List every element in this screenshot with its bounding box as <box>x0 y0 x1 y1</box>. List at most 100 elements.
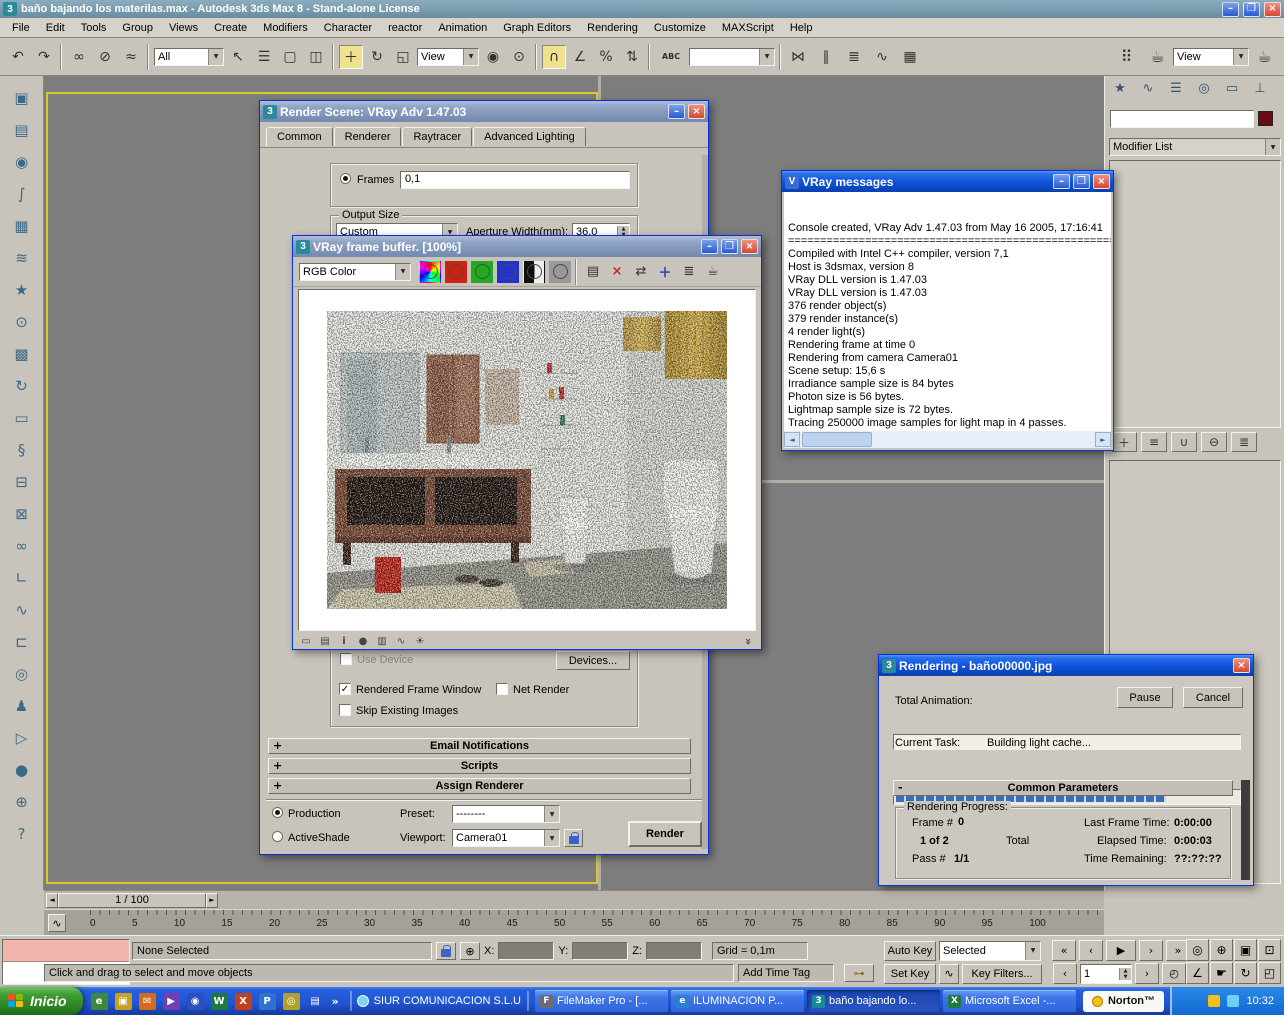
maximize-window-icon[interactable]: ❒ <box>721 239 738 254</box>
show-blue-channel-icon[interactable] <box>497 260 519 283</box>
start-button[interactable]: Inicio <box>0 987 83 1015</box>
min-max-toggle-icon[interactable]: ◰ <box>1258 962 1281 984</box>
rectangular-selection-region-icon[interactable]: ▢ <box>278 45 302 69</box>
curve-editor-icon[interactable]: ∿ <box>870 45 894 69</box>
zoom-extents-icon[interactable]: ▣ <box>1234 939 1257 961</box>
quick-launch-word-icon[interactable]: W <box>210 992 228 1010</box>
rendered-frame-window-checkbox[interactable]: ✓ <box>339 683 351 695</box>
z-coordinate-field[interactable] <box>645 942 702 960</box>
unlink-selection-icon[interactable]: ⊘ <box>93 45 117 69</box>
pan-icon[interactable]: ☛ <box>1210 962 1233 984</box>
redo-icon[interactable]: ↷ <box>32 45 56 69</box>
minimize-window-icon[interactable]: – <box>668 104 685 119</box>
reactor-create-animation-icon[interactable]: ● <box>8 756 36 784</box>
auto-key-button[interactable]: Auto Key <box>884 940 936 961</box>
open-mini-curve-editor-icon[interactable]: ∿ <box>48 914 66 932</box>
absolute-mode-toggle-icon[interactable]: ⊕ <box>460 942 480 960</box>
reactor-linear-dashpot-icon[interactable]: ⊟ <box>8 468 36 496</box>
tab-utilities-icon[interactable]: ⊥ <box>1249 78 1271 98</box>
tab-advanced-lighting[interactable]: Advanced Lighting <box>473 127 586 146</box>
rendering-titlebar[interactable]: 3 Rendering - baño00000.jpg × <box>879 655 1253 676</box>
reactor-analyze-world-icon[interactable]: ? <box>8 820 36 848</box>
reactor-water-icon[interactable]: ≋ <box>8 244 36 272</box>
select-object-icon[interactable]: ↖ <box>226 45 250 69</box>
percent-snap-toggle-icon[interactable]: % <box>594 45 618 69</box>
tab-display-icon[interactable]: ▭ <box>1221 78 1243 98</box>
snap-toggle-icon[interactable]: ∩ <box>542 44 566 69</box>
layer-manager-icon[interactable]: ≣ <box>842 45 866 69</box>
production-radio[interactable] <box>272 807 283 818</box>
tab-create-icon[interactable]: ★ <box>1109 78 1131 98</box>
vray-messages-console[interactable]: Console created, VRay Adv 1.47.03 from M… <box>784 192 1111 431</box>
menu-item[interactable]: MAXScript <box>714 19 782 37</box>
menu-item[interactable]: Modifiers <box>255 19 316 37</box>
collapse-double-chevron-icon[interactable]: » <box>742 637 755 644</box>
set-key-button[interactable]: Set Key <box>884 963 936 984</box>
previous-frame-icon[interactable]: ‹ <box>1079 940 1103 961</box>
vray-messages-hscrollbar[interactable]: ◄ ► <box>784 431 1111 448</box>
bind-to-space-warp-icon[interactable]: ≈ <box>119 45 143 69</box>
modifier-stack[interactable] <box>1109 160 1281 428</box>
reactor-car-wheel-constraint-icon[interactable]: ◎ <box>8 660 36 688</box>
scrollbar-thumb[interactable] <box>802 432 872 447</box>
shortcut-override-key-icon[interactable]: ⊶ <box>844 964 874 982</box>
quick-launch-media-player-icon[interactable]: ▶ <box>162 992 180 1010</box>
remove-modifier-icon[interactable]: ⊖ <box>1201 432 1227 452</box>
quick-launch-overflow-chevron-icon[interactable]: » <box>332 995 339 1008</box>
scroll-right-icon[interactable]: ► <box>1095 432 1111 447</box>
tab-raytracer[interactable]: Raytracer <box>402 127 473 146</box>
quick-launch-excel-icon[interactable]: X <box>234 992 252 1010</box>
scroll-left-icon[interactable]: ◄ <box>784 432 800 447</box>
reactor-rope-collection-icon[interactable]: ∫ <box>8 180 36 208</box>
tray-network-icon[interactable] <box>1227 995 1240 1007</box>
reactor-point-point-constraint-icon[interactable]: ∞ <box>8 532 36 560</box>
menu-item[interactable]: Create <box>206 19 255 37</box>
show-rgb-channel-icon[interactable] <box>419 260 441 283</box>
angle-snap-toggle-icon[interactable]: ∠ <box>568 45 592 69</box>
tab-hierarchy-icon[interactable]: ☰ <box>1165 78 1187 98</box>
make-unique-icon[interactable]: ∪ <box>1171 432 1197 452</box>
spinner-snap-toggle-icon[interactable]: ⇅ <box>620 45 644 69</box>
select-by-name-icon[interactable]: ☰ <box>252 45 276 69</box>
reactor-spring-icon[interactable]: § <box>8 436 36 464</box>
devices-button[interactable]: Devices... <box>556 651 630 670</box>
key-filters-button[interactable]: Key Filters... <box>962 963 1042 984</box>
menu-item[interactable]: Character <box>316 19 380 37</box>
play-animation-icon[interactable]: ▶ <box>1106 940 1136 961</box>
record-icon[interactable]: ● <box>355 634 371 648</box>
quick-launch-show-desktop-icon[interactable]: ▣ <box>114 992 132 1010</box>
zoom-all-icon[interactable]: ⊕ <box>1210 939 1233 961</box>
viewport-lock-button[interactable] <box>564 829 583 847</box>
rendering-dialog-scrollbar[interactable] <box>1241 780 1250 880</box>
y-coordinate-field[interactable] <box>572 942 629 960</box>
siur-band[interactable]: SIUR COMUNICACION S.L.U <box>356 995 521 1007</box>
tab-motion-icon[interactable]: ◎ <box>1193 78 1215 98</box>
frames-radio[interactable] <box>340 173 351 184</box>
show-red-channel-icon[interactable] <box>445 260 467 283</box>
pin-stack-icon[interactable]: ＋ <box>1111 432 1137 452</box>
menu-item[interactable]: Help <box>782 19 821 37</box>
show-end-result-icon[interactable]: ≡ <box>1141 432 1167 452</box>
spinner-arrows-icon[interactable]: ▲▼ <box>1119 967 1131 980</box>
minimize-window-icon[interactable]: – <box>701 239 718 254</box>
align-icon[interactable]: ∥ <box>814 45 838 69</box>
time-slider-right-arrow-icon[interactable]: ► <box>206 892 218 908</box>
render-last-icon[interactable]: ☕ <box>702 261 724 283</box>
rollout-scripts[interactable]: + Scripts <box>268 758 691 774</box>
reactor-plane-icon[interactable]: ▭ <box>8 404 36 432</box>
reactor-prismatic-constraint-icon[interactable]: ⊏ <box>8 628 36 656</box>
track-bar[interactable]: ∿ 0 5 10 15 20 25 30 35 40 45 50 55 60 65 70 75 80 85 90 95… <box>44 909 1104 935</box>
menu-item[interactable]: Group <box>114 19 161 37</box>
rollout-assign-renderer[interactable]: + Assign Renderer <box>268 778 691 794</box>
rollout-common-parameters[interactable]: - Common Parameters <box>893 780 1233 796</box>
select-and-link-icon[interactable]: ∞ <box>67 45 91 69</box>
modifier-list-dropdown[interactable]: Modifier List ▼ <box>1109 138 1281 156</box>
close-window-icon[interactable]: × <box>1233 658 1250 673</box>
close-window-icon[interactable]: × <box>688 104 705 119</box>
reactor-toy-car-icon[interactable]: ⊙ <box>8 308 36 336</box>
restore-window-icon[interactable]: ❒ <box>1243 1 1260 17</box>
menu-item[interactable]: Tools <box>73 19 115 37</box>
material-editor-icon[interactable]: ⠿ <box>1113 43 1140 70</box>
render-scene-dialog-icon[interactable]: ☕ <box>1144 43 1171 70</box>
menu-item[interactable]: Edit <box>38 19 73 37</box>
